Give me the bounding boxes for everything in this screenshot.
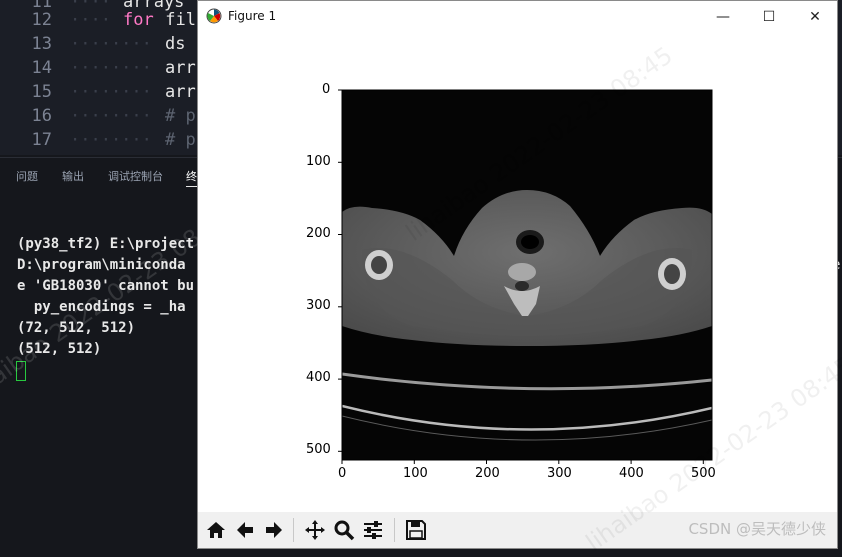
back-icon	[237, 522, 253, 538]
matplotlib-app-icon	[206, 8, 222, 24]
minimize-button[interactable]: —	[700, 1, 746, 32]
back-button[interactable]	[231, 516, 259, 544]
minimize-icon: —	[716, 8, 730, 25]
home-icon	[207, 522, 225, 538]
x-tick-label: 100	[403, 466, 428, 481]
maximize-button[interactable]: ☐	[746, 1, 792, 32]
terminal-line: py_encodings = _ha	[17, 299, 186, 315]
y-tick-label: 400	[306, 370, 331, 385]
close-icon: ✕	[809, 8, 821, 25]
code-keyword: for	[123, 10, 154, 30]
tab-terminal[interactable]: 终	[186, 168, 197, 187]
axes-frame	[338, 89, 713, 464]
line-number: 16	[31, 106, 52, 126]
y-tick-label: 100	[306, 154, 331, 169]
code-text: ds	[165, 34, 186, 54]
zoom-button[interactable]	[330, 516, 358, 544]
configure-subplots-icon	[364, 521, 382, 539]
forward-button[interactable]	[260, 516, 288, 544]
y-tick-label: 200	[306, 226, 331, 241]
line-number: 13	[31, 34, 52, 54]
save-icon	[406, 520, 426, 540]
line-number: 15	[31, 82, 52, 102]
save-button[interactable]	[402, 516, 430, 544]
window-title: Figure 1	[228, 9, 277, 23]
figure-window[interactable]: Figure 1 — ☐ ✕ 0 100 200 300 400 500 0 1…	[197, 0, 838, 549]
x-tick-label: 500	[691, 466, 716, 481]
code-text: arr	[165, 58, 196, 78]
maximize-icon: ☐	[762, 8, 776, 25]
x-tick-label: 400	[619, 466, 644, 481]
csdn-watermark: CSDN @吴天德少侠	[688, 520, 826, 538]
close-button[interactable]: ✕	[792, 1, 838, 32]
toolbar-separator	[394, 518, 395, 542]
tab-debug-console[interactable]: 调试控制台	[108, 168, 163, 184]
x-tick-label: 300	[547, 466, 572, 481]
tab-problems[interactable]: 问题	[16, 168, 38, 184]
home-button[interactable]	[202, 516, 230, 544]
forward-icon	[266, 522, 282, 538]
terminal-line: e 'GB18030' cannot bu	[17, 278, 195, 294]
code-comment: # p	[165, 106, 196, 126]
title-bar[interactable]: Figure 1 — ☐ ✕	[198, 1, 837, 32]
pan-button[interactable]	[301, 516, 329, 544]
line-number: 12	[31, 10, 52, 30]
terminal-line: (72, 512, 512)	[17, 320, 136, 336]
toolbar-separator	[293, 518, 294, 542]
y-tick-label: 300	[306, 298, 331, 313]
code-text: fil	[155, 10, 196, 30]
tab-output[interactable]: 输出	[62, 168, 84, 184]
x-tick-label: 200	[475, 466, 500, 481]
y-tick-label: 500	[306, 442, 331, 457]
terminal-cursor	[16, 361, 26, 381]
code-text: arr	[165, 82, 196, 102]
terminal-line: D:\program\miniconda	[17, 257, 186, 273]
terminal-line: (512, 512)	[17, 341, 102, 357]
x-tick-label: 0	[338, 466, 347, 481]
terminal-line: (py38_tf2) E:\project	[17, 236, 195, 252]
line-number: 14	[31, 58, 52, 78]
zoom-icon	[334, 520, 355, 541]
line-number: 17	[31, 130, 52, 150]
configure-subplots-button[interactable]	[359, 516, 387, 544]
plot-canvas[interactable]: 0 100 200 300 400 500 0 100 200 300 400 …	[198, 32, 837, 512]
pan-icon	[305, 520, 325, 540]
y-tick-label: 0	[322, 82, 331, 97]
code-comment: # p	[165, 130, 196, 150]
